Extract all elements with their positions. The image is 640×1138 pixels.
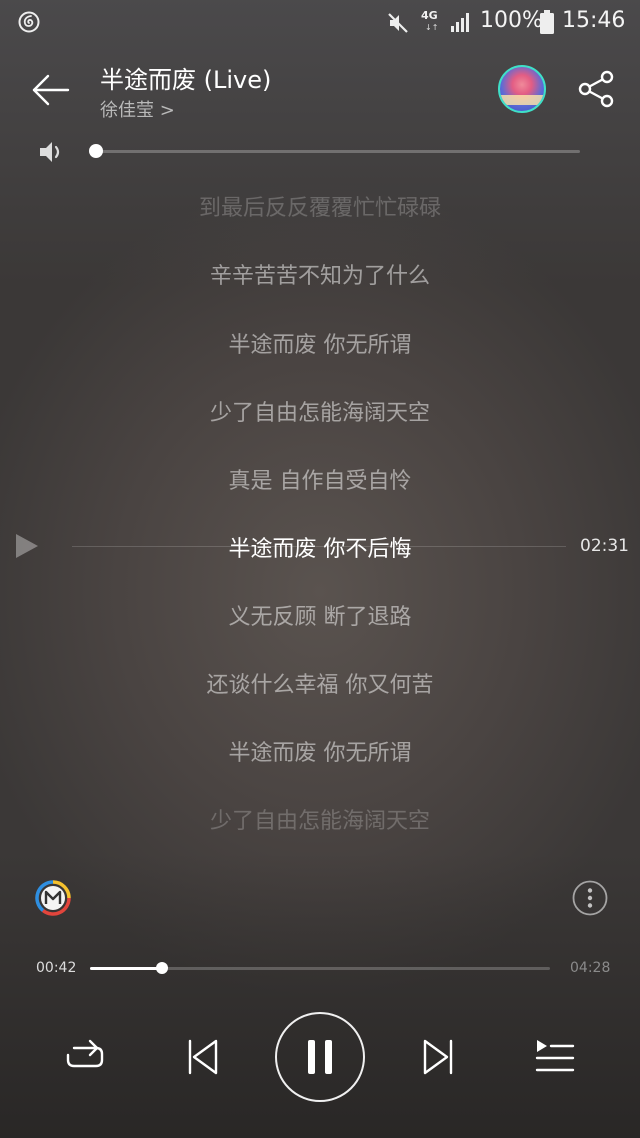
more-icon[interactable] [572, 880, 608, 916]
data-arrows-icon: ↓↑ [425, 23, 439, 32]
lyric-line[interactable]: 半途而废 你无所谓 [0, 735, 640, 767]
playlist-icon[interactable] [534, 1036, 576, 1078]
play-triangle-icon[interactable] [14, 532, 40, 560]
artist-link[interactable]: 徐佳莹 > [100, 96, 175, 122]
netease-cloud-music-icon [18, 11, 40, 33]
lyric-line[interactable]: 还谈什么幸福 你又何苦 [0, 667, 640, 699]
progress-fill [90, 967, 163, 970]
mute-icon [388, 13, 408, 33]
battery-icon [540, 10, 554, 34]
pause-button[interactable] [275, 1012, 365, 1102]
network-type: 4G [421, 9, 438, 22]
signal-icon [451, 13, 469, 32]
volume-icon[interactable] [38, 139, 66, 165]
album-art-avatar[interactable] [498, 65, 546, 113]
lyric-line[interactable]: 辛辛苦苦不知为了什么 [0, 258, 640, 290]
lyric-line[interactable]: 少了自由怎能海阔天空 [0, 395, 640, 427]
lyric-line-current[interactable]: 半途而废 你不后悔 [0, 531, 640, 563]
status-bar: 4G ↓↑ 100% 15:46 [0, 0, 640, 46]
battery-percent: 100% [480, 8, 543, 33]
seek-time: 02:31 [580, 536, 629, 556]
lyric-line[interactable]: 义无反顾 断了退路 [0, 599, 640, 631]
share-icon[interactable] [576, 68, 618, 110]
next-icon[interactable] [421, 1036, 457, 1078]
status-time: 15:46 [562, 8, 626, 33]
album-art-detail [500, 95, 544, 105]
lyric-line[interactable]: 少了自由怎能海阔天空 [0, 803, 640, 835]
lyric-line[interactable]: 半途而废 你无所谓 [0, 327, 640, 359]
volume-slider-knob[interactable] [89, 144, 103, 158]
m-logo-icon[interactable] [34, 879, 72, 917]
back-arrow-icon[interactable] [28, 68, 72, 112]
current-time: 00:42 [36, 960, 77, 976]
lyric-line[interactable]: 到最后反反覆覆忙忙碌碌 [0, 190, 640, 222]
progress-knob[interactable] [156, 962, 169, 974]
previous-icon[interactable] [184, 1036, 220, 1078]
song-title: 半途而废 (Live) [100, 66, 272, 94]
seek-line [72, 546, 566, 547]
lyric-line[interactable]: 真是 自作自受自怜 [0, 463, 640, 495]
volume-slider-track[interactable] [96, 150, 580, 153]
pause-icon [308, 1040, 332, 1074]
total-time: 04:28 [570, 960, 611, 976]
repeat-icon[interactable] [62, 1036, 108, 1078]
